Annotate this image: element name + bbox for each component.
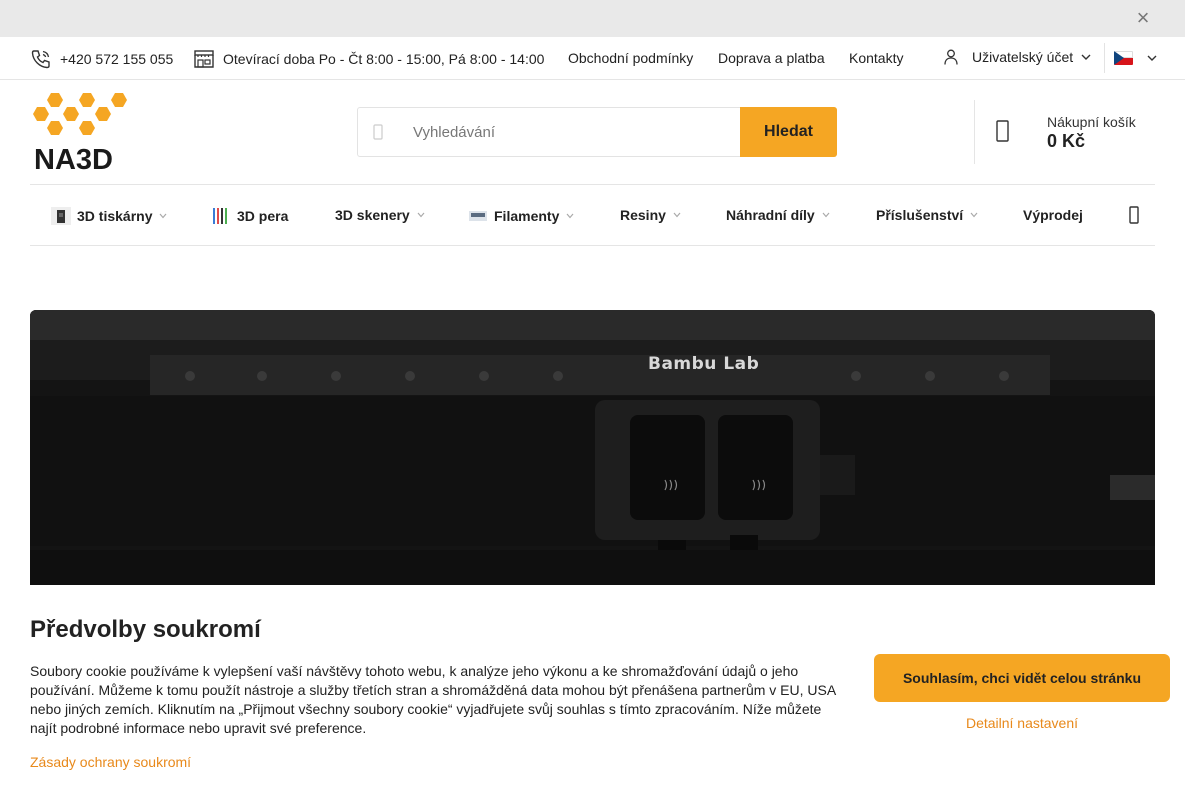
chevron-down-icon [970, 212, 978, 218]
contacts-link[interactable]: Kontakty [849, 50, 903, 66]
phone-icon [31, 50, 50, 69]
nav-item-label: 3D skenery [335, 207, 410, 223]
cookie-title: Předvolby soukromí [30, 616, 261, 643]
nav-item-sale[interactable]: Výprodej [1023, 207, 1083, 223]
divider [1104, 43, 1105, 73]
privacy-policy-link[interactable]: Zásady ochrany soukromí [30, 754, 191, 770]
user-account-menu[interactable]: Uživatelský účet [944, 49, 1091, 65]
chevron-down-icon [822, 212, 830, 218]
main-navigation: 3D tiskárny 3D pera 3D skenery Filamenty [30, 185, 1155, 246]
store-icon [194, 50, 214, 68]
close-icon[interactable]: × [1133, 7, 1153, 29]
nav-item-accessories[interactable]: Příslušenství [876, 207, 979, 223]
search-icon [373, 124, 383, 140]
page: × +420 572 155 055 Otevírací doba Po - Č… [0, 0, 1200, 800]
nav-item-label: 3D pera [237, 208, 289, 224]
nav-item-label: Příslušenství [876, 207, 964, 223]
nav-item-3d-scanners[interactable]: 3D skenery [335, 207, 426, 223]
user-account-label: Uživatelský účet [972, 49, 1074, 65]
nav-item-3d-pens[interactable]: 3D pera [211, 207, 288, 225]
nav-item-label: 3D tiskárny [77, 208, 153, 224]
shipping-link[interactable]: Doprava a platba [718, 50, 825, 66]
phone-number: +420 572 155 055 [60, 51, 174, 67]
czech-flag-icon [1114, 51, 1133, 65]
accept-cookies-button[interactable]: Souhlasím, chci vidět celou stránku [874, 654, 1170, 702]
nav-item-label: Filamenty [494, 208, 560, 224]
logo-text: NA3D [34, 144, 113, 174]
language-selector[interactable] [1114, 51, 1157, 65]
site-header: NA3D Hledat Nákupní košík 0 Kč [30, 80, 1155, 185]
nav-item-label: Výprodej [1023, 207, 1083, 223]
na3d-logo[interactable]: NA3D [30, 92, 130, 174]
cart-icon [996, 120, 1009, 142]
nav-item-label: Resiny [620, 207, 666, 223]
chevron-down-icon [1081, 54, 1091, 60]
pens-thumbnail-icon [213, 208, 227, 224]
terms-link[interactable]: Obchodní podmínky [568, 50, 693, 66]
opening-hours: Otevírací doba Po - Čt 8:00 - 15:00, Pá … [193, 48, 544, 70]
detailed-settings-link[interactable]: Detailní nastavení [874, 715, 1170, 731]
search-button[interactable]: Hledat [740, 107, 837, 157]
chevron-down-icon [417, 212, 425, 218]
hero-brand-text: Bambu Lab [648, 354, 760, 374]
printer-thumbnail-icon [51, 207, 71, 225]
search-bar: Hledat [357, 107, 837, 157]
cart-label: Nákupní košík [1047, 114, 1136, 130]
user-icon [944, 49, 958, 65]
announcement-bar: × [0, 0, 1185, 37]
phone-contact[interactable]: +420 572 155 055 [30, 48, 173, 70]
filament-thumbnail-icon [469, 211, 487, 221]
nav-item-spare-parts[interactable]: Náhradní díly [726, 207, 831, 223]
chevron-down-icon [1147, 55, 1157, 61]
utility-bar: +420 572 155 055 Otevírací doba Po - Čt … [0, 37, 1185, 80]
nav-item-label: Náhradní díly [726, 207, 815, 223]
chevron-down-icon [566, 213, 574, 219]
cart-total: 0 Kč [1047, 131, 1086, 151]
opening-hours-text: Otevírací doba Po - Čt 8:00 - 15:00, Pá … [223, 51, 545, 67]
chevron-down-icon [160, 213, 167, 219]
more-menu-icon[interactable] [1127, 206, 1141, 224]
search-input[interactable] [413, 120, 733, 144]
nav-item-3d-printers[interactable]: 3D tiskárny [51, 207, 168, 225]
cookie-text: Soubory cookie používáme k vylepšení vaš… [30, 663, 836, 736]
chevron-down-icon [673, 212, 681, 218]
nav-item-filaments[interactable]: Filamenty [468, 207, 575, 225]
shopping-cart[interactable]: Nákupní košík 0 Kč [974, 100, 1155, 164]
cookie-consent-panel: Předvolby soukromí Soubory cookie použív… [0, 585, 1185, 800]
nav-item-resins[interactable]: Resiny [620, 207, 682, 223]
